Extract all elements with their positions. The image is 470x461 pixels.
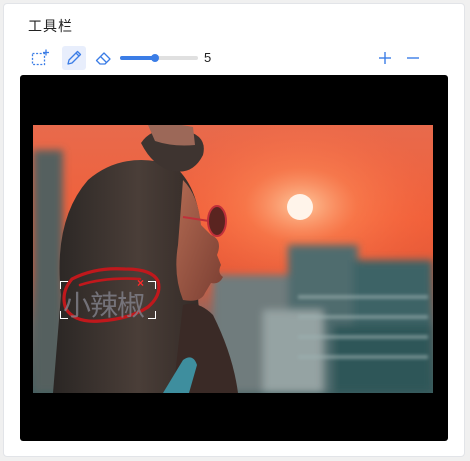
toolbar: 5 [28,46,444,72]
toolbar-panel: 工具栏 5 小辣椒 × [3,3,465,457]
minus-icon [407,57,419,59]
photo-image [33,125,433,393]
panel-title: 工具栏 [28,19,73,35]
brush-size-slider[interactable] [120,51,198,65]
slider-fill [120,56,156,60]
brush-size-value: 5 [204,50,212,65]
selection-text: 小辣椒 [63,289,145,322]
selection-handle-top-right[interactable] [148,281,156,289]
eraser-icon [95,52,111,65]
drawing-canvas[interactable]: 小辣椒 × [20,75,448,441]
crop-select-tool[interactable] [28,46,52,70]
zoom-in-button[interactable] [374,46,396,70]
eraser-tool[interactable] [92,46,116,70]
pencil-icon [67,50,82,65]
pencil-tool[interactable] [62,46,86,70]
crop-select-icon [31,49,49,66]
delete-selection-button[interactable]: × [137,277,144,289]
zoom-out-button[interactable] [402,46,424,70]
text-selection-box[interactable]: 小辣椒 × [60,277,156,322]
photo [33,125,433,393]
selection-handle-bottom-right[interactable] [148,311,156,319]
plus-icon [379,52,391,64]
slider-thumb[interactable] [151,54,160,62]
